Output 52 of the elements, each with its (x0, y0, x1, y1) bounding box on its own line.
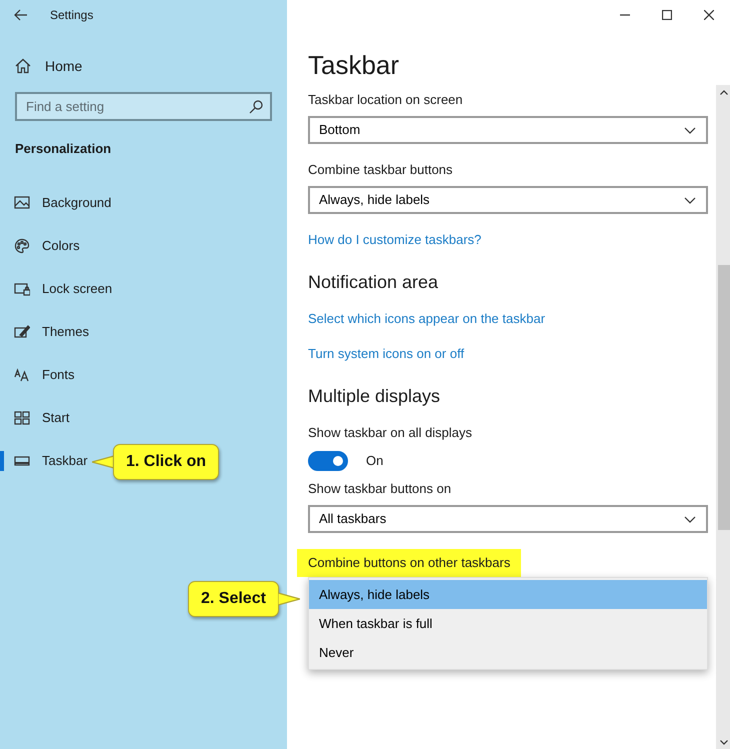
home-icon (15, 58, 31, 74)
window-title: Settings (50, 7, 94, 24)
scrollbar-track[interactable] (716, 85, 730, 749)
palette-icon (14, 238, 30, 254)
maximize-icon (662, 10, 672, 20)
page-title: Taskbar (308, 49, 400, 82)
section-title: Personalization (14, 140, 112, 158)
nav-item[interactable]: Colors (0, 236, 80, 256)
field-label: Show taskbar on all displays (308, 424, 474, 442)
close-icon (704, 10, 714, 20)
dropdown[interactable]: Bottom (308, 116, 708, 144)
link[interactable]: Select which icons appear on the taskbar (308, 309, 546, 329)
toggle-switch[interactable] (308, 451, 348, 471)
field-label: Combine taskbar buttons (308, 161, 454, 179)
scroll-up-icon (720, 90, 728, 95)
field-label: Show taskbar buttons on (308, 480, 452, 498)
lock-screen-icon (14, 280, 30, 296)
section-heading: Multiple displays (308, 385, 442, 408)
callout-pointer (278, 591, 300, 607)
toggle-state: On (366, 452, 384, 470)
back-icon[interactable] (14, 9, 28, 21)
dropdown-option[interactable]: When taskbar is full (309, 609, 707, 638)
picture-icon (14, 194, 30, 210)
nav-item[interactable]: Taskbar (0, 450, 88, 470)
highlighted-label: Combine buttons on other taskbars (297, 549, 522, 577)
brush-icon (14, 324, 30, 340)
dropdown[interactable]: Always, hide labels (308, 186, 708, 214)
nav-item[interactable]: Background (0, 192, 112, 212)
scrollbar-thumb[interactable] (718, 265, 730, 530)
nav-item[interactable]: Fonts (0, 364, 75, 384)
callout-pointer (92, 454, 114, 470)
font-icon (14, 366, 30, 382)
nav-item[interactable]: Start (0, 408, 70, 428)
dropdown[interactable]: All taskbars (308, 505, 708, 533)
field-label: Taskbar location on screen (308, 91, 464, 109)
link[interactable]: Turn system icons on or off (308, 344, 464, 364)
nav-item[interactable]: Themes (0, 322, 89, 342)
search-icon (249, 100, 263, 114)
scroll-down-icon (720, 740, 728, 745)
section-heading: Notification area (308, 271, 440, 294)
dropdown-option[interactable]: Always, hide labels (309, 580, 707, 609)
tiles-icon (14, 410, 30, 426)
chevron-down-icon (684, 516, 696, 522)
nav-item[interactable]: Lock screen (0, 278, 112, 298)
search-field[interactable]: Find a setting (15, 92, 272, 121)
dropdown-option[interactable]: Never (309, 638, 707, 667)
chevron-down-icon (684, 196, 696, 204)
callout: 2. Select (188, 581, 279, 617)
link[interactable]: How do I customize taskbars? (308, 230, 482, 250)
callout: 1. Click on (113, 444, 220, 480)
home-link[interactable]: Home (0, 52, 287, 80)
chevron-down-icon (684, 126, 696, 134)
